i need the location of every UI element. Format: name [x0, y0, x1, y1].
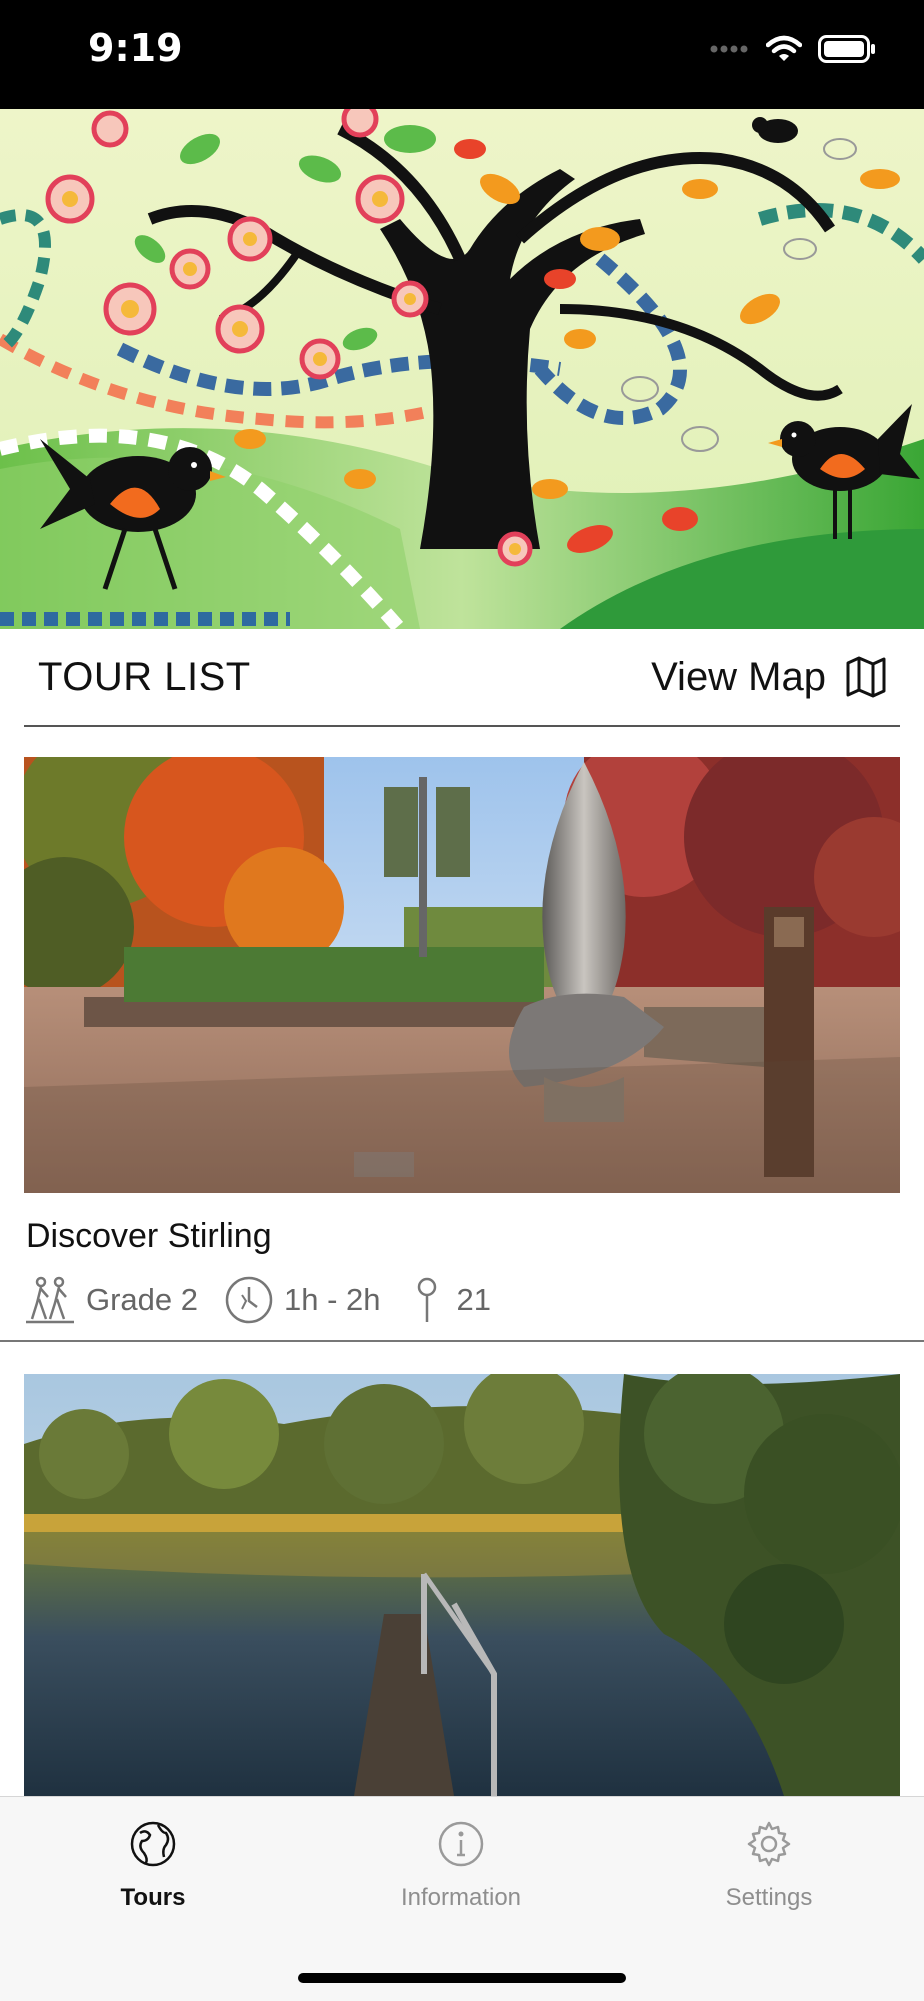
- stops-text: 21: [456, 1282, 492, 1317]
- tour-meta: Grade 2 1h - 2h 21: [24, 1275, 517, 1325]
- tab-label: Tours: [120, 1884, 186, 1911]
- signal-icon: [710, 45, 748, 53]
- hikers-icon: [26, 1276, 74, 1324]
- view-map-label: View Map: [651, 654, 826, 699]
- gear-icon: [747, 1821, 791, 1867]
- tab-label: Settings: [725, 1884, 813, 1911]
- tab-label: Information: [400, 1884, 522, 1911]
- tour-card[interactable]: [0, 1374, 924, 1796]
- tab-settings[interactable]: Settings: [669, 1819, 869, 1912]
- clock-icon: [225, 1276, 273, 1324]
- tour-name: Discover Stirling: [26, 1217, 272, 1255]
- tour-list-header: TOUR LIST View Map: [24, 629, 900, 727]
- pin-icon: [417, 1277, 436, 1322]
- tour-image[interactable]: [24, 757, 900, 1193]
- wifi-icon: [766, 35, 802, 61]
- status-bar: 9:19: [0, 0, 924, 109]
- hero-illustration: [0, 109, 924, 629]
- tab-bar: Tours Information Settings: [0, 1796, 924, 2001]
- grade-item: Grade 2: [24, 1275, 198, 1325]
- globe-icon: [130, 1821, 176, 1867]
- battery-icon: [818, 35, 875, 63]
- view-map-button[interactable]: View Map: [651, 655, 900, 700]
- duration-text: 1h - 2h: [284, 1282, 381, 1317]
- duration-item: 1h - 2h: [224, 1275, 381, 1325]
- stops-item: 21: [407, 1275, 491, 1325]
- map-icon: [846, 656, 886, 698]
- tour-card[interactable]: Discover Stirling Grade 2 1h - 2h 21: [0, 757, 924, 1343]
- tour-image[interactable]: [24, 1374, 900, 1796]
- status-icons: [710, 32, 876, 66]
- grade-text: Grade 2: [86, 1282, 199, 1317]
- tree-illustration: [0, 109, 924, 629]
- lake-photo: [24, 1374, 900, 1796]
- status-time: 9:19: [88, 26, 183, 70]
- page-title: TOUR LIST: [38, 654, 251, 699]
- home-indicator[interactable]: [298, 1973, 626, 1983]
- tab-tours[interactable]: Tours: [53, 1819, 253, 1912]
- info-icon: [438, 1821, 484, 1867]
- tab-information[interactable]: Information: [361, 1819, 561, 1912]
- card-divider: [0, 1340, 924, 1342]
- sculpture-photo: [24, 757, 900, 1193]
